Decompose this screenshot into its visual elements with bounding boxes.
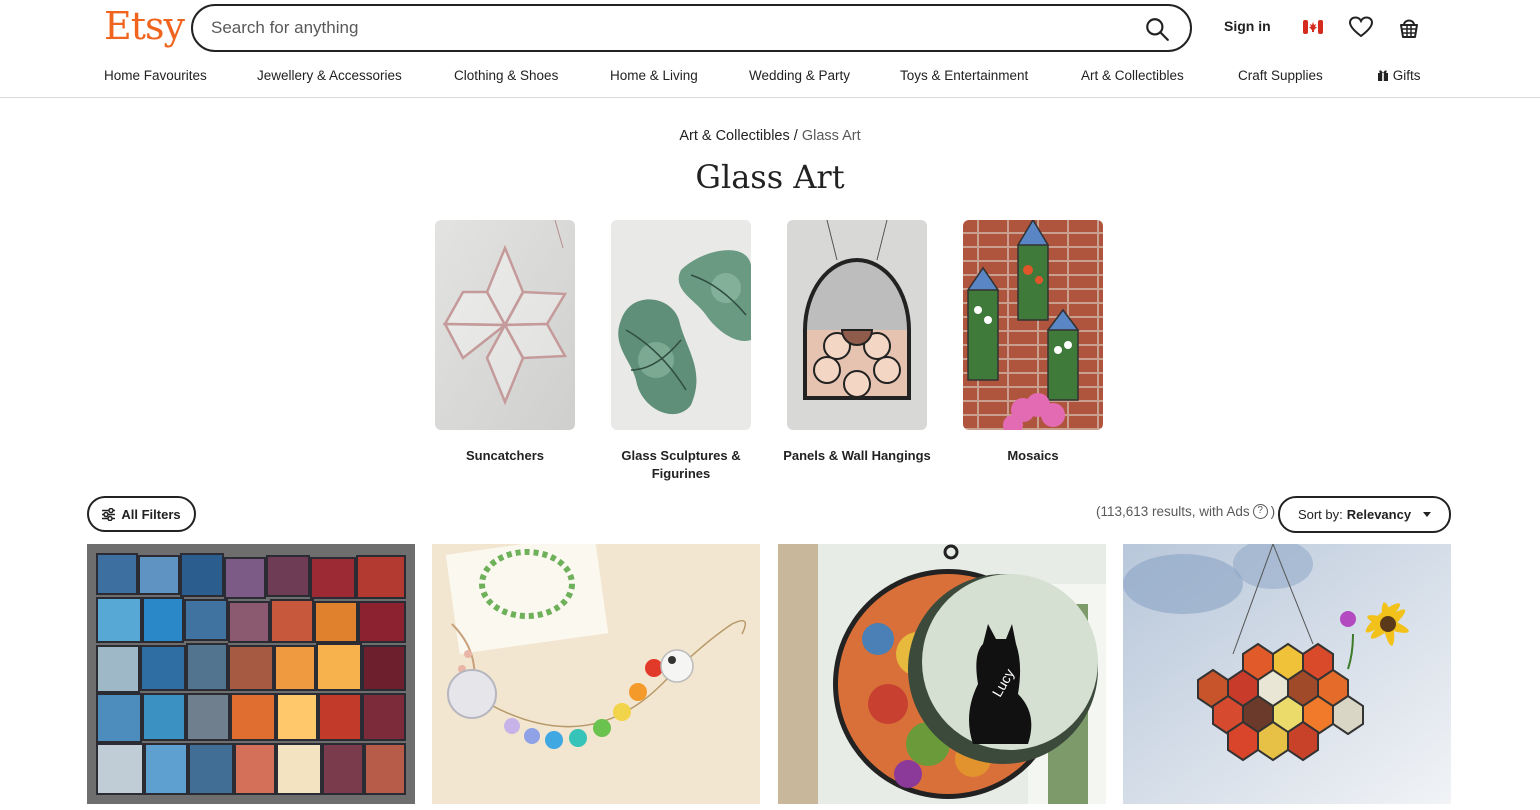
- nav-jewellery-accessories[interactable]: Jewellery & Accessories: [257, 68, 402, 83]
- nav-toys-entertainment[interactable]: Toys & Entertainment: [900, 68, 1028, 83]
- sign-in-link[interactable]: Sign in: [1224, 18, 1271, 34]
- caret-down-icon: [1423, 512, 1432, 517]
- listing-card[interactable]: [1123, 544, 1451, 804]
- nav-gifts-label: Gifts: [1392, 68, 1421, 83]
- canada-flag-icon[interactable]: [1300, 14, 1326, 40]
- nav-clothing-shoes[interactable]: Clothing & Shoes: [454, 68, 558, 83]
- sort-prefix: Sort by:: [1297, 507, 1343, 522]
- cat-moon-suncatcher-image: Lucy: [778, 544, 1106, 804]
- search-bar: [191, 4, 1192, 52]
- subcategory-label: Panels & Wall Hangings: [783, 448, 931, 463]
- subcategory-label: Glass Sculptures & Figurines: [621, 448, 741, 481]
- site-header: Etsy Sign in Home Favourites Jewellery &…: [0, 0, 1540, 98]
- etsy-logo[interactable]: Etsy: [104, 4, 185, 48]
- sort-value: Relevancy: [1346, 507, 1412, 522]
- sort-dropdown[interactable]: Sort by: Relevancy: [1278, 496, 1451, 533]
- subcategory-suncatchers[interactable]: Suncatchers: [435, 219, 575, 465]
- panels-wall-hangings-image: [787, 219, 927, 430]
- nav-home-favourites[interactable]: Home Favourites: [104, 68, 207, 83]
- nav-craft-supplies[interactable]: Craft Supplies: [1238, 68, 1323, 83]
- nav-gifts[interactable]: Gifts: [1377, 68, 1421, 83]
- all-filters-label: All Filters: [121, 506, 181, 522]
- nav-home-living[interactable]: Home & Living: [610, 68, 698, 83]
- listing-card[interactable]: Lucy: [778, 544, 1106, 804]
- breadcrumb: Art & Collectibles / Glass Art: [0, 128, 1540, 144]
- subcategory-label: Suncatchers: [465, 448, 545, 463]
- mosaics-image: [963, 218, 1103, 435]
- stained-glass-mosaic-image: [87, 544, 415, 804]
- results-count-close: ): [1270, 504, 1276, 519]
- search-icon[interactable]: [1144, 16, 1170, 42]
- page-title: Glass Art: [695, 158, 845, 196]
- suncatchers-image: [435, 219, 575, 430]
- subcategory-glass-sculptures[interactable]: Glass Sculptures & Figurines: [611, 220, 751, 483]
- subcategory-mosaics[interactable]: Mosaics: [963, 218, 1103, 465]
- all-filters-button[interactable]: All Filters: [87, 496, 196, 532]
- listing-card[interactable]: [432, 544, 760, 804]
- subcategory-panels-wall-hangings[interactable]: Panels & Wall Hangings: [783, 219, 931, 465]
- honeycomb-suncatcher-image: [1123, 544, 1451, 804]
- breadcrumb-current: Glass Art: [801, 128, 861, 144]
- ads-help-icon[interactable]: ?: [1252, 504, 1268, 519]
- results-count-text: (113,613 results, with Ads: [1096, 504, 1250, 519]
- listing-card[interactable]: [87, 544, 415, 804]
- filter-sliders-icon: [102, 507, 116, 521]
- gift-icon: [1378, 70, 1388, 81]
- crystal-suncatcher-image: [432, 544, 760, 804]
- glass-sculptures-image: [611, 220, 751, 430]
- category-nav: Home Favourites Jewellery & Accessories …: [0, 66, 1540, 88]
- nav-wedding-party[interactable]: Wedding & Party: [749, 68, 850, 83]
- nav-art-collectibles[interactable]: Art & Collectibles: [1081, 68, 1184, 83]
- results-count: (113,613 results, with Ads ? ): [1096, 504, 1275, 519]
- breadcrumb-parent[interactable]: Art & Collectibles: [679, 128, 789, 144]
- heart-icon[interactable]: [1348, 14, 1374, 40]
- cart-basket-icon[interactable]: [1396, 14, 1422, 40]
- breadcrumb-separator: /: [793, 128, 798, 144]
- subcategory-label: Mosaics: [1007, 448, 1059, 463]
- search-input[interactable]: [211, 6, 1131, 50]
